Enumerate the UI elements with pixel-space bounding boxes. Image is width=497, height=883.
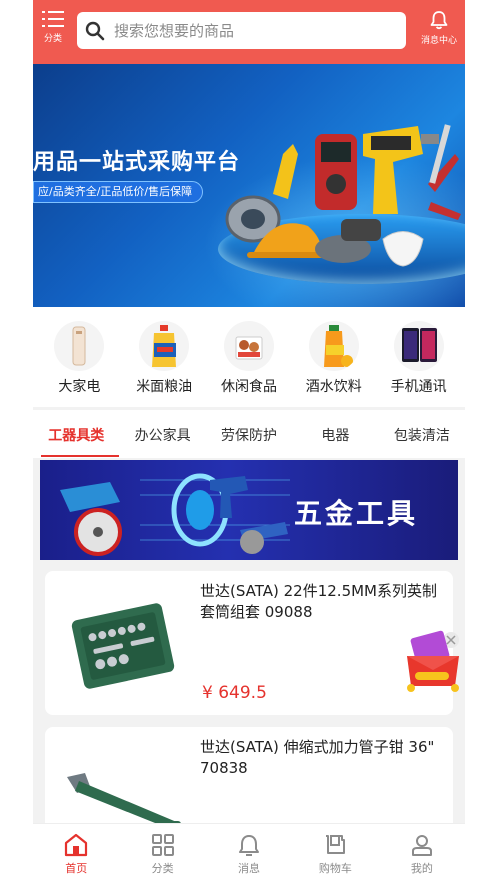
product-name: 世达(SATA) 22件12.5MM系列英制套筒组套 09088 xyxy=(200,582,437,621)
category-menu-button[interactable]: 分类 xyxy=(33,10,73,54)
tab-tools[interactable]: 工器具类 xyxy=(33,410,120,458)
category-label: 大家电 xyxy=(58,379,101,395)
nav-item-profile[interactable]: 我的 xyxy=(379,824,465,883)
red-envelope-promo-icon[interactable] xyxy=(403,626,463,692)
home-icon xyxy=(65,833,88,857)
hardware-tools-label: 五金工具 xyxy=(294,497,419,530)
category-label: 休闲食品 xyxy=(220,379,277,395)
category-item-grain-oil[interactable]: 米面粮油 xyxy=(124,307,204,407)
banner-subtitle: 应/品类齐全/正品低价/售后保障 xyxy=(33,181,204,203)
phone-icon xyxy=(393,321,444,371)
promo-banner-carousel[interactable]: 用品一站式采购平台 应/品类齐全/正品低价/售后保障 xyxy=(33,64,465,307)
category-tabs: 工器具类 办公家具 劳保防护 电器 包装清洁 xyxy=(33,410,465,458)
nav-item-category[interactable]: 分类 xyxy=(119,824,205,883)
message-center-label: 消息中心 xyxy=(420,36,457,46)
hardware-tools-banner[interactable]: 五金工具 xyxy=(40,460,458,560)
appliance-icon xyxy=(54,321,105,371)
user-icon xyxy=(411,835,432,856)
nav-label: 分类 xyxy=(151,862,174,875)
bottom-tab-bar: 首页 分类 消息 购物车 我的 xyxy=(33,823,465,883)
top-header: 分类 搜索您想要的商品 消息中心 xyxy=(33,0,465,64)
power-tools-illustration xyxy=(60,473,290,556)
app-screen: 分类 搜索您想要的商品 消息中心 用品一站式采购平台 应/品类齐全/正品低价/售… xyxy=(33,0,465,883)
bell-icon xyxy=(430,11,448,30)
product-price: ¥ 649.5 xyxy=(202,683,267,703)
search-icon xyxy=(85,21,105,40)
banner-title: 用品一站式采购平台 xyxy=(33,150,241,175)
category-item-phones[interactable]: 手机通讯 xyxy=(379,307,459,407)
tab-electrical[interactable]: 电器 xyxy=(292,410,378,458)
search-placeholder: 搜索您想要的商品 xyxy=(114,22,235,40)
product-card[interactable]: 世达(SATA) 22件12.5MM系列英制套筒组套 09088 ¥ 649.5 xyxy=(45,571,453,715)
nav-item-cart[interactable]: 购物车 xyxy=(292,824,378,883)
category-item-snacks[interactable]: 休闲食品 xyxy=(209,307,289,407)
category-label: 酒水饮料 xyxy=(305,379,362,395)
category-item-appliances[interactable]: 大家电 xyxy=(39,307,119,407)
product-name: 世达(SATA) 伸缩式加力管子钳 36" 70838 xyxy=(200,738,435,777)
nav-label: 消息 xyxy=(238,862,261,875)
bell-icon xyxy=(239,835,260,856)
tab-safety-protection[interactable]: 劳保防护 xyxy=(206,410,292,458)
list-menu-icon xyxy=(42,11,64,27)
nav-label: 首页 xyxy=(65,862,88,875)
category-menu-label: 分类 xyxy=(43,34,62,44)
tab-office-furniture[interactable]: 办公家具 xyxy=(119,410,205,458)
category-label: 手机通讯 xyxy=(390,379,447,395)
category-label: 米面粮油 xyxy=(136,379,193,395)
cart-icon xyxy=(326,835,346,854)
search-input[interactable]: 搜索您想要的商品 xyxy=(77,12,406,49)
snack-icon xyxy=(223,321,274,371)
category-grid-icon xyxy=(151,834,174,856)
category-shortcuts: 大家电 米面粮油 休闲食品 酒水饮料 手机通讯 xyxy=(33,307,465,407)
nav-item-messages[interactable]: 消息 xyxy=(206,824,292,883)
beverage-icon xyxy=(308,321,359,371)
tab-packaging-cleaning[interactable]: 包装清洁 xyxy=(379,410,465,458)
nav-item-home[interactable]: 首页 xyxy=(33,824,119,883)
tools-illustration xyxy=(225,124,461,267)
cooking-oil-icon xyxy=(139,321,190,371)
nav-label: 我的 xyxy=(410,862,433,875)
socket-set-image xyxy=(71,603,175,689)
category-item-beverages[interactable]: 酒水饮料 xyxy=(294,307,374,407)
nav-label: 购物车 xyxy=(318,862,352,875)
message-center-button[interactable]: 消息中心 xyxy=(417,10,461,54)
